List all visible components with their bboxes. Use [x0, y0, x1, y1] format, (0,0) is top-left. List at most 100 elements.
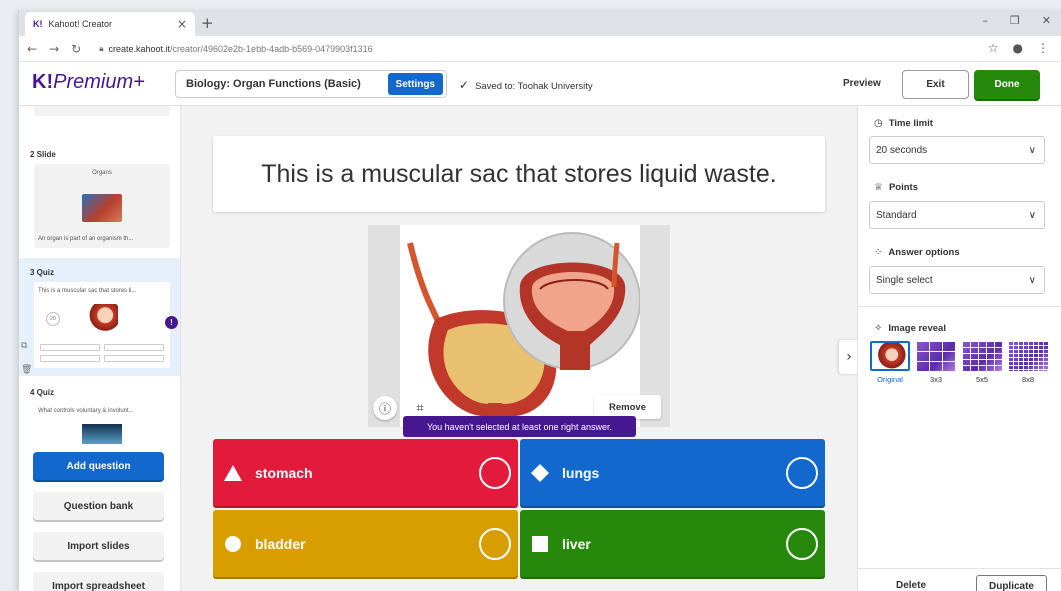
reveal-5x5-thumbnail	[962, 341, 1002, 371]
correct-answer-toggle[interactable]	[479, 456, 511, 489]
browser-tab[interactable]: K! Kahoot! Creator ×	[25, 12, 195, 36]
done-button[interactable]: Done	[974, 70, 1040, 99]
reveal-option-3x3[interactable]: 3x3	[916, 341, 956, 384]
square-icon	[530, 534, 550, 554]
collapse-panel-chevron-icon[interactable]: ›	[839, 340, 859, 374]
image-info-icon[interactable]: ⓘ	[373, 396, 397, 420]
slide-thumbnail	[34, 106, 170, 116]
import-slides-button[interactable]: Import slides	[33, 532, 164, 560]
image-reveal-label: ✧ Image reveal	[874, 323, 946, 334]
tab-title: Kahoot! Creator	[48, 19, 113, 29]
divider	[858, 306, 1061, 307]
slide-thumbnail: Organs An organ is part of an organism t…	[34, 164, 170, 248]
thumbnail-title: Organs	[92, 170, 112, 176]
close-tab-icon[interactable]: ×	[177, 17, 187, 31]
duplicate-slide-icon[interactable]: ⧉	[21, 334, 32, 358]
tab-strip: K! Kahoot! Creator × + – ❐ ✕	[19, 10, 1061, 36]
points-select[interactable]: Standard ∨	[869, 201, 1045, 229]
kahoot-title: Biology: Organ Functions (Basic)	[186, 78, 361, 90]
bladder-thumbnail-image	[86, 304, 118, 332]
time-limit-label: ◷ Time limit	[874, 118, 933, 129]
close-window-icon[interactable]: ✕	[1042, 14, 1051, 27]
sidebar-item-label: 2 Slide	[30, 150, 56, 159]
answer-placeholder	[104, 355, 164, 362]
brain-thumbnail-image	[82, 424, 122, 444]
delete-button[interactable]: Delete	[896, 580, 926, 591]
url-field[interactable]: 🔒︎ create.kahoot.it/creator/49602e2b-1eb…	[99, 44, 372, 54]
diamond-icon	[530, 463, 550, 483]
preview-button[interactable]: Preview	[843, 78, 881, 89]
back-icon[interactable]: ←	[27, 42, 37, 56]
slide-item-1-partial[interactable]	[19, 106, 180, 118]
logo-tier: Premium+	[53, 71, 145, 93]
settings-button[interactable]: Settings	[387, 73, 443, 95]
exit-button[interactable]: Exit	[902, 70, 969, 99]
thumbnail-title: What controls voluntary & involunt...	[38, 408, 134, 414]
question-title-input[interactable]: This is a muscular sac that stores liqui…	[213, 136, 825, 212]
lock-icon: 🔒︎	[99, 43, 104, 53]
answer-text[interactable]: lungs	[562, 465, 786, 481]
reveal-option-original[interactable]: Original	[870, 341, 910, 384]
slide-tools: ⧉ 🗑︎	[21, 334, 32, 382]
correct-answer-toggle[interactable]	[786, 527, 818, 560]
time-limit-value: 20 seconds	[876, 144, 928, 156]
kahoot-title-box[interactable]: Biology: Organ Functions (Basic) Setting…	[175, 70, 447, 98]
address-bar-actions: ☆ ● ⋮	[988, 41, 1049, 55]
reveal-option-5x5[interactable]: 5x5	[962, 341, 1002, 384]
correct-answer-toggle[interactable]	[479, 527, 511, 560]
clock-icon: ◷	[874, 118, 883, 129]
bookmark-star-icon[interactable]: ☆	[988, 41, 999, 55]
answer-text[interactable]: stomach	[255, 465, 479, 481]
forward-icon[interactable]: →	[49, 42, 59, 56]
kahoot-logo[interactable]: K!Premium+	[32, 71, 145, 94]
reveal-option-label: Original	[877, 375, 903, 384]
answer-option-2[interactable]: lungs	[520, 439, 825, 506]
address-bar: ← → ↻ 🔒︎ create.kahoot.it/creator/49602e…	[19, 36, 1061, 62]
add-question-button[interactable]: Add question	[33, 452, 164, 480]
reload-icon[interactable]: ↻	[71, 42, 81, 56]
restore-icon[interactable]: ❐	[1010, 14, 1020, 27]
import-spreadsheet-button[interactable]: Import spreadsheet	[33, 572, 164, 591]
chevron-down-icon: ∨	[1028, 274, 1036, 286]
chevron-down-icon: ∨	[1028, 209, 1036, 221]
award-icon: ♕	[874, 182, 883, 193]
sidebar-item-label: 3 Quiz	[30, 268, 55, 277]
new-tab-icon[interactable]: +	[201, 14, 214, 32]
answer-option-4[interactable]: liver	[520, 510, 825, 577]
answer-option-1[interactable]: stomach	[213, 439, 518, 506]
minimize-icon[interactable]: –	[982, 14, 988, 27]
points-label: ♕ Points	[874, 182, 918, 193]
browser-menu-icon[interactable]: ⋮	[1037, 41, 1049, 55]
profile-icon[interactable]: ●	[1013, 41, 1023, 55]
answer-text[interactable]: bladder	[255, 536, 479, 552]
sidebar-item-quiz-4[interactable]: 4 Quiz What controls voluntary & involun…	[19, 382, 180, 452]
duplicate-button[interactable]: Duplicate	[976, 575, 1047, 591]
answer-options-value: Single select	[876, 274, 933, 286]
app-header: K!Premium+ Biology: Organ Functions (Bas…	[19, 62, 1061, 106]
answer-options-select[interactable]: Single select ∨	[869, 266, 1045, 294]
reveal-3x3-thumbnail	[916, 341, 956, 371]
correct-answer-toggle[interactable]	[786, 456, 818, 489]
checkmark-icon: ✓	[459, 78, 470, 92]
delete-slide-icon[interactable]: 🗑︎	[21, 358, 32, 382]
sidebar-item-quiz-3[interactable]: 3 Quiz This is a muscular sac that store…	[19, 258, 180, 376]
warning-badge-icon[interactable]: !	[165, 316, 178, 329]
answer-placeholder	[40, 344, 100, 351]
question-list-sidebar: 2 Slide Organs An organ is part of an or…	[19, 106, 181, 591]
quiz-thumbnail: What controls voluntary & involunt...	[34, 402, 170, 452]
answer-option-3[interactable]: bladder	[213, 510, 518, 577]
time-limit-select[interactable]: 20 seconds ∨	[869, 136, 1045, 164]
triangle-icon	[223, 463, 243, 483]
thumbnail-caption: An organ is part of an organism th...	[38, 236, 134, 242]
answer-text[interactable]: liver	[562, 536, 786, 552]
reveal-option-8x8[interactable]: 8x8	[1008, 341, 1048, 384]
reveal-option-label: 8x8	[1021, 375, 1035, 384]
question-bank-button[interactable]: Question bank	[33, 492, 164, 520]
sidebar-item-slide-2[interactable]: 2 Slide Organs An organ is part of an or…	[19, 144, 180, 254]
question-editor-canvas: This is a muscular sac that stores liqui…	[181, 106, 857, 591]
question-settings-panel: ◷ Time limit 20 seconds ∨ ♕ Points Standar…	[857, 106, 1061, 591]
circle-icon	[223, 534, 243, 554]
timer-badge: 20	[46, 312, 60, 326]
sparkle-icon: ✧	[874, 323, 883, 334]
save-status: ✓ Saved to: Toohak University	[459, 78, 593, 92]
